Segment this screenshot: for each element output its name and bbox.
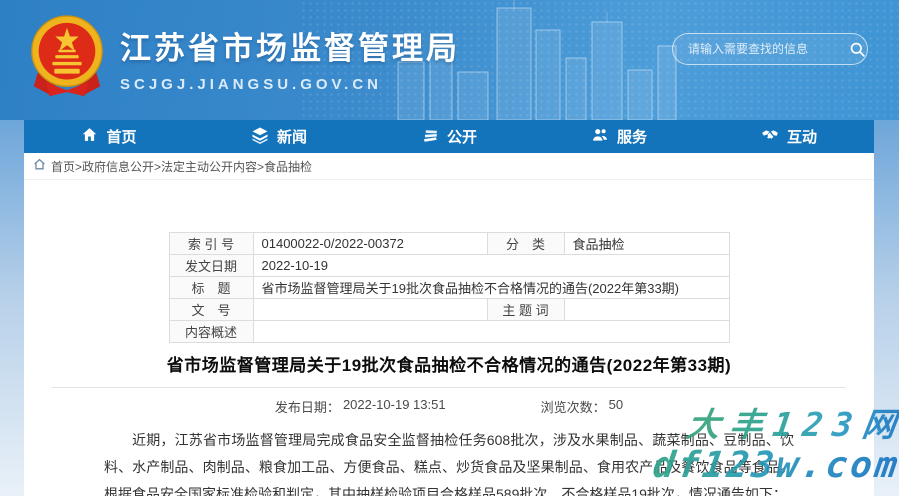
category-label: 分 类 — [487, 233, 564, 255]
breadcrumb-home-icon — [33, 158, 46, 174]
site-url: SCJGJ.JIANGSU.GOV.CN — [120, 76, 460, 93]
publish-date: 发布日期： 2022-10-19 13:51 — [275, 397, 446, 416]
table-row: 标 题 省市场监督管理局关于19批次食品抽检不合格情况的通告(2022年第33期… — [169, 277, 729, 299]
document-info-table: 索 引 号 01400022-0/2022-00372 分 类 食品抽检 发文日… — [169, 232, 730, 343]
nav-item-disclosure[interactable]: 公开 — [364, 120, 534, 153]
services-people-icon — [591, 126, 609, 148]
summary-value — [253, 321, 729, 343]
category-value: 食品抽检 — [564, 233, 729, 255]
doc-title-label: 标 题 — [169, 277, 253, 299]
index-number-label: 索 引 号 — [169, 233, 253, 255]
search-icon[interactable] — [847, 34, 867, 64]
site-title: 江苏省市场监督管理局 — [120, 23, 460, 68]
national-emblem-logo — [26, 14, 108, 102]
view-count-value: 50 — [609, 397, 623, 416]
search-box — [672, 33, 868, 65]
doc-number-label: 文 号 — [169, 299, 253, 321]
publish-date-label: 发布日期： — [275, 397, 340, 416]
issue-date-label: 发文日期 — [169, 255, 253, 277]
title-divider — [52, 387, 846, 388]
interaction-handshake-icon — [761, 126, 779, 148]
keywords-label: 主 题 词 — [487, 299, 564, 321]
issue-date-value: 2022-10-19 — [253, 255, 729, 277]
nav-item-news[interactable]: 新闻 — [194, 120, 364, 153]
nav-item-label: 新闻 — [277, 126, 307, 147]
nav-item-label: 公开 — [447, 126, 477, 147]
keywords-value — [564, 299, 729, 321]
table-row: 文 号 主 题 词 — [169, 299, 729, 321]
nav-item-services[interactable]: 服务 — [534, 120, 704, 153]
home-icon — [81, 126, 98, 147]
doc-title-value: 省市场监督管理局关于19批次食品抽检不合格情况的通告(2022年第33期) — [253, 277, 729, 299]
article-content: 索 引 号 01400022-0/2022-00372 分 类 食品抽检 发文日… — [24, 180, 874, 496]
view-count-label: 浏览次数： — [541, 397, 606, 416]
doc-number-value — [253, 299, 487, 321]
disclosure-books-icon — [421, 126, 439, 148]
article-body-text: 近期，江苏省市场监督管理局完成食品安全监督抽检任务608批次，涉及水果制品、蔬菜… — [104, 427, 794, 496]
nav-item-label: 互动 — [787, 126, 817, 147]
nav-item-home[interactable]: 首页 — [24, 120, 194, 153]
news-layers-icon — [251, 126, 269, 148]
article-meta: 发布日期： 2022-10-19 13:51 浏览次数： 50 — [24, 397, 874, 416]
main-nav: 首页 新闻 公开 — [24, 120, 874, 153]
table-row: 索 引 号 01400022-0/2022-00372 分 类 食品抽检 — [169, 233, 729, 255]
table-row: 内容概述 — [169, 321, 729, 343]
site-brand: 江苏省市场监督管理局 SCJGJ.JIANGSU.GOV.CN — [26, 14, 460, 102]
publish-date-value: 2022-10-19 13:51 — [343, 397, 446, 416]
nav-item-label: 服务 — [617, 126, 647, 147]
brand-text: 江苏省市场监督管理局 SCJGJ.JIANGSU.GOV.CN — [120, 23, 460, 93]
breadcrumb: 首页>政府信息公开>法定主动公开内容>食品抽检 — [24, 153, 874, 180]
index-number-value: 01400022-0/2022-00372 — [253, 233, 487, 255]
view-count: 浏览次数： 50 — [541, 397, 623, 416]
search-input[interactable] — [673, 34, 847, 64]
site-header: 江苏省市场监督管理局 SCJGJ.JIANGSU.GOV.CN — [0, 0, 899, 120]
breadcrumb-path[interactable]: 首页>政府信息公开>法定主动公开内容>食品抽检 — [51, 158, 312, 175]
page-title: 省市场监督管理局关于19批次食品抽检不合格情况的通告(2022年第33期) — [24, 351, 874, 376]
summary-label: 内容概述 — [169, 321, 253, 343]
nav-item-interaction[interactable]: 互动 — [704, 120, 874, 153]
table-row: 发文日期 2022-10-19 — [169, 255, 729, 277]
nav-item-label: 首页 — [106, 126, 136, 147]
